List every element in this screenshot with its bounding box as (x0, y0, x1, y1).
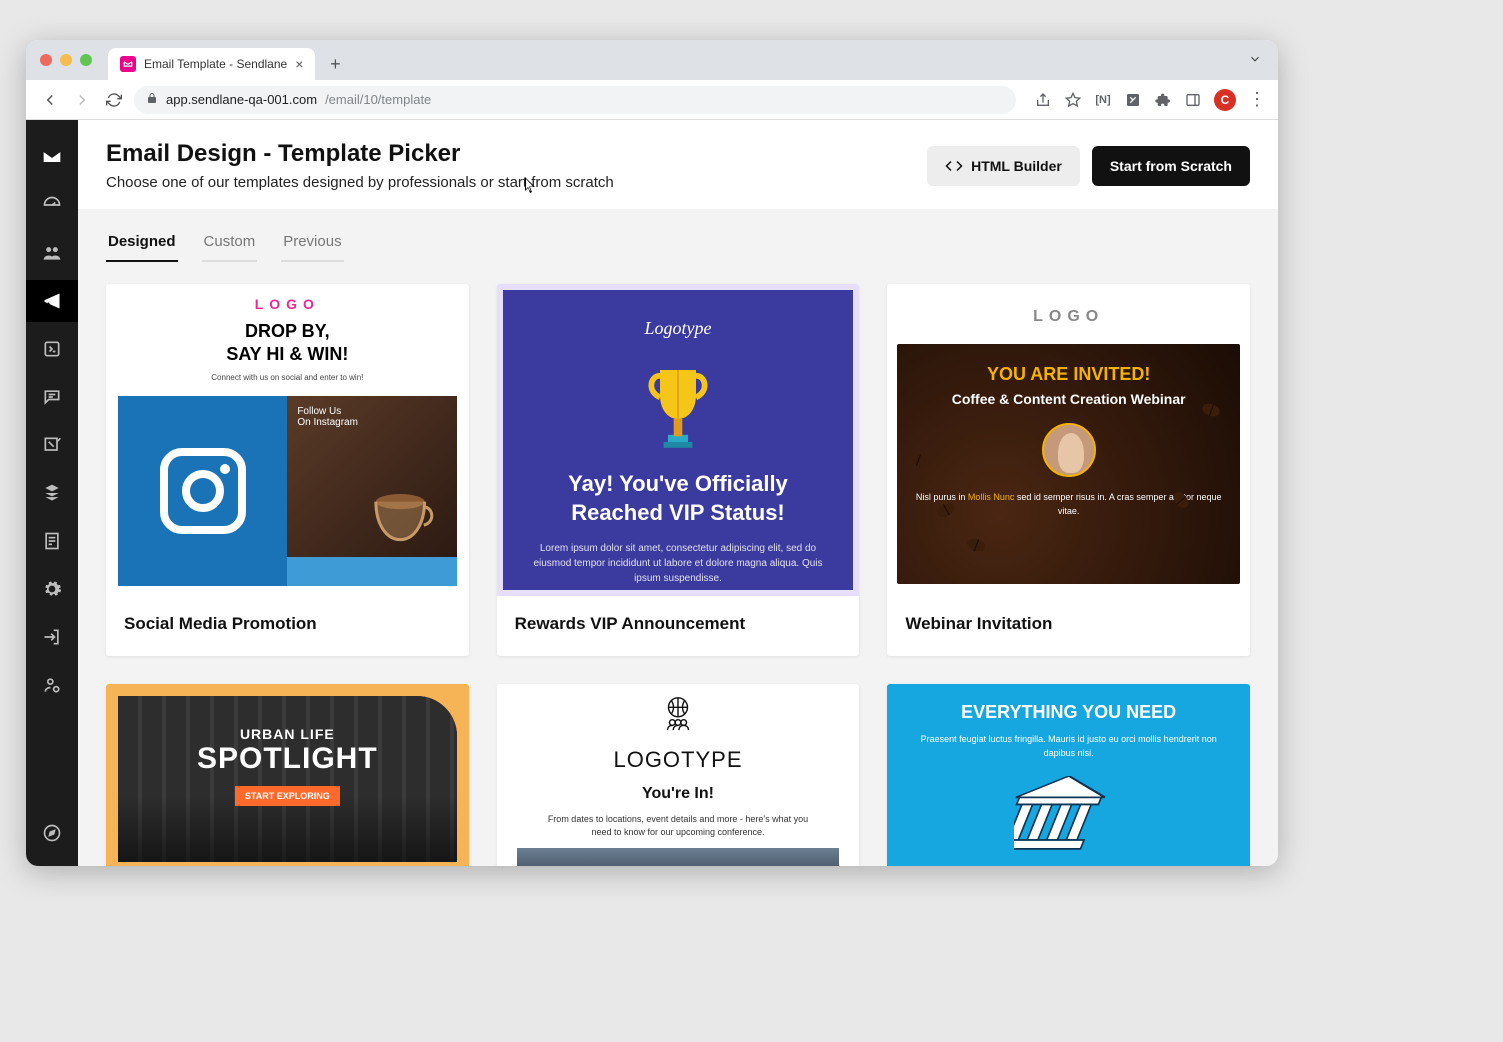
template-name: Social Media Promotion (106, 596, 469, 656)
template-card[interactable]: LOGO YOU ARE INVITED! Coffee & Content C… (887, 284, 1250, 656)
sidebar-automations[interactable] (26, 328, 78, 370)
main-content: Email Design - Template Picker Choose on… (78, 120, 1278, 866)
profile-avatar[interactable]: C (1214, 89, 1236, 111)
template-card[interactable]: EVERYTHING YOU NEED Praesent feugiat luc… (887, 684, 1250, 866)
sidebar-logo[interactable] (26, 136, 78, 178)
minimize-window-button[interactable] (60, 54, 72, 66)
template-preview: Logotype Yay! You've Officially Reac (497, 284, 860, 596)
browser-menu-icon[interactable]: ⋮ (1248, 91, 1266, 109)
back-button[interactable] (38, 88, 62, 112)
favicon-icon (120, 56, 136, 72)
side-panel-icon[interactable] (1184, 91, 1202, 109)
tab-previous[interactable]: Previous (281, 223, 343, 262)
template-preview: EVERYTHING YOU NEED Praesent feugiat luc… (887, 684, 1250, 866)
browser-tabbar: Email Template - Sendlane × + (26, 40, 1278, 80)
browser-tab[interactable]: Email Template - Sendlane × (108, 48, 315, 80)
close-tab-icon[interactable]: × (295, 56, 303, 72)
page-subtitle: Choose one of our templates designed by … (106, 174, 614, 191)
share-icon[interactable] (1034, 91, 1052, 109)
html-builder-button[interactable]: HTML Builder (927, 146, 1080, 186)
sidebar-dashboard[interactable] (26, 184, 78, 226)
reload-button[interactable] (102, 88, 126, 112)
template-name: Webinar Invitation (887, 596, 1250, 656)
sidebar-campaigns[interactable] (26, 280, 78, 322)
lock-icon (146, 92, 158, 107)
trophy-icon (642, 361, 714, 451)
bank-icon (1014, 776, 1124, 856)
template-card[interactable]: URBAN LIFE SPOTLIGHT START EXPLORING (106, 684, 469, 866)
page-title: Email Design - Template Picker (106, 140, 614, 168)
template-card[interactable]: Logotype Yay! You've Officially Reac (497, 284, 860, 656)
page-viewport: Email Design - Template Picker Choose on… (26, 120, 1278, 866)
bookmark-icon[interactable] (1064, 91, 1082, 109)
app-sidebar (26, 120, 78, 866)
close-window-button[interactable] (40, 54, 52, 66)
sidebar-settings[interactable] (26, 568, 78, 610)
template-preview: URBAN LIFE SPOTLIGHT START EXPLORING (106, 684, 469, 866)
template-preview: LOGO DROP BY,SAY HI & WIN! Connect with … (106, 284, 469, 596)
cursor-icon (525, 177, 537, 195)
content-area: Designed Custom Previous LOGO DROP BY,SA… (78, 209, 1278, 866)
sidebar-logout[interactable] (26, 616, 78, 658)
sidebar-audience[interactable] (26, 232, 78, 274)
browser-window: Email Template - Sendlane × + app.sendla… (26, 40, 1278, 866)
forward-button[interactable] (70, 88, 94, 112)
tab-title: Email Template - Sendlane (144, 57, 287, 71)
code-icon (945, 157, 963, 175)
maximize-window-button[interactable] (80, 54, 92, 66)
template-preview: LOGO YOU ARE INVITED! Coffee & Content C… (887, 284, 1250, 596)
template-grid: LOGO DROP BY,SAY HI & WIN! Connect with … (106, 284, 1250, 866)
page-header: Email Design - Template Picker Choose on… (78, 120, 1278, 209)
globe-people-icon (659, 694, 697, 732)
template-card[interactable]: LOGO DROP BY,SAY HI & WIN! Connect with … (106, 284, 469, 656)
instagram-icon (160, 448, 246, 534)
sidebar-forms[interactable] (26, 520, 78, 562)
url-path: /email/10/template (325, 92, 431, 107)
window-controls (40, 54, 92, 66)
url-host: app.sendlane-qa-001.com (166, 92, 317, 107)
sidebar-content[interactable] (26, 424, 78, 466)
tabs-overflow-icon[interactable] (1248, 52, 1262, 71)
extension-icon[interactable]: [N] (1094, 91, 1112, 109)
sidebar-explore[interactable] (26, 812, 78, 854)
sidebar-integrations[interactable] (26, 472, 78, 514)
start-from-scratch-button[interactable]: Start from Scratch (1092, 146, 1250, 186)
avatar-icon (1042, 423, 1096, 477)
sidebar-reviews[interactable] (26, 376, 78, 418)
extension-icon[interactable] (1124, 91, 1142, 109)
sidebar-user-settings[interactable] (26, 664, 78, 706)
extensions-puzzle-icon[interactable] (1154, 91, 1172, 109)
template-preview: LOGOTYPE You're In! From dates to locati… (497, 684, 860, 866)
template-card[interactable]: LOGOTYPE You're In! From dates to locati… (497, 684, 860, 866)
tab-custom[interactable]: Custom (202, 223, 258, 262)
address-bar[interactable]: app.sendlane-qa-001.com/email/10/templat… (134, 86, 1016, 114)
template-tabs: Designed Custom Previous (106, 209, 1250, 262)
new-tab-button[interactable]: + (321, 50, 349, 78)
template-name: Rewards VIP Announcement (497, 596, 860, 656)
tab-designed[interactable]: Designed (106, 223, 178, 262)
browser-toolbar: app.sendlane-qa-001.com/email/10/templat… (26, 80, 1278, 120)
browser-extensions: [N] C ⋮ (1034, 89, 1266, 111)
tea-cup-icon (361, 475, 447, 551)
